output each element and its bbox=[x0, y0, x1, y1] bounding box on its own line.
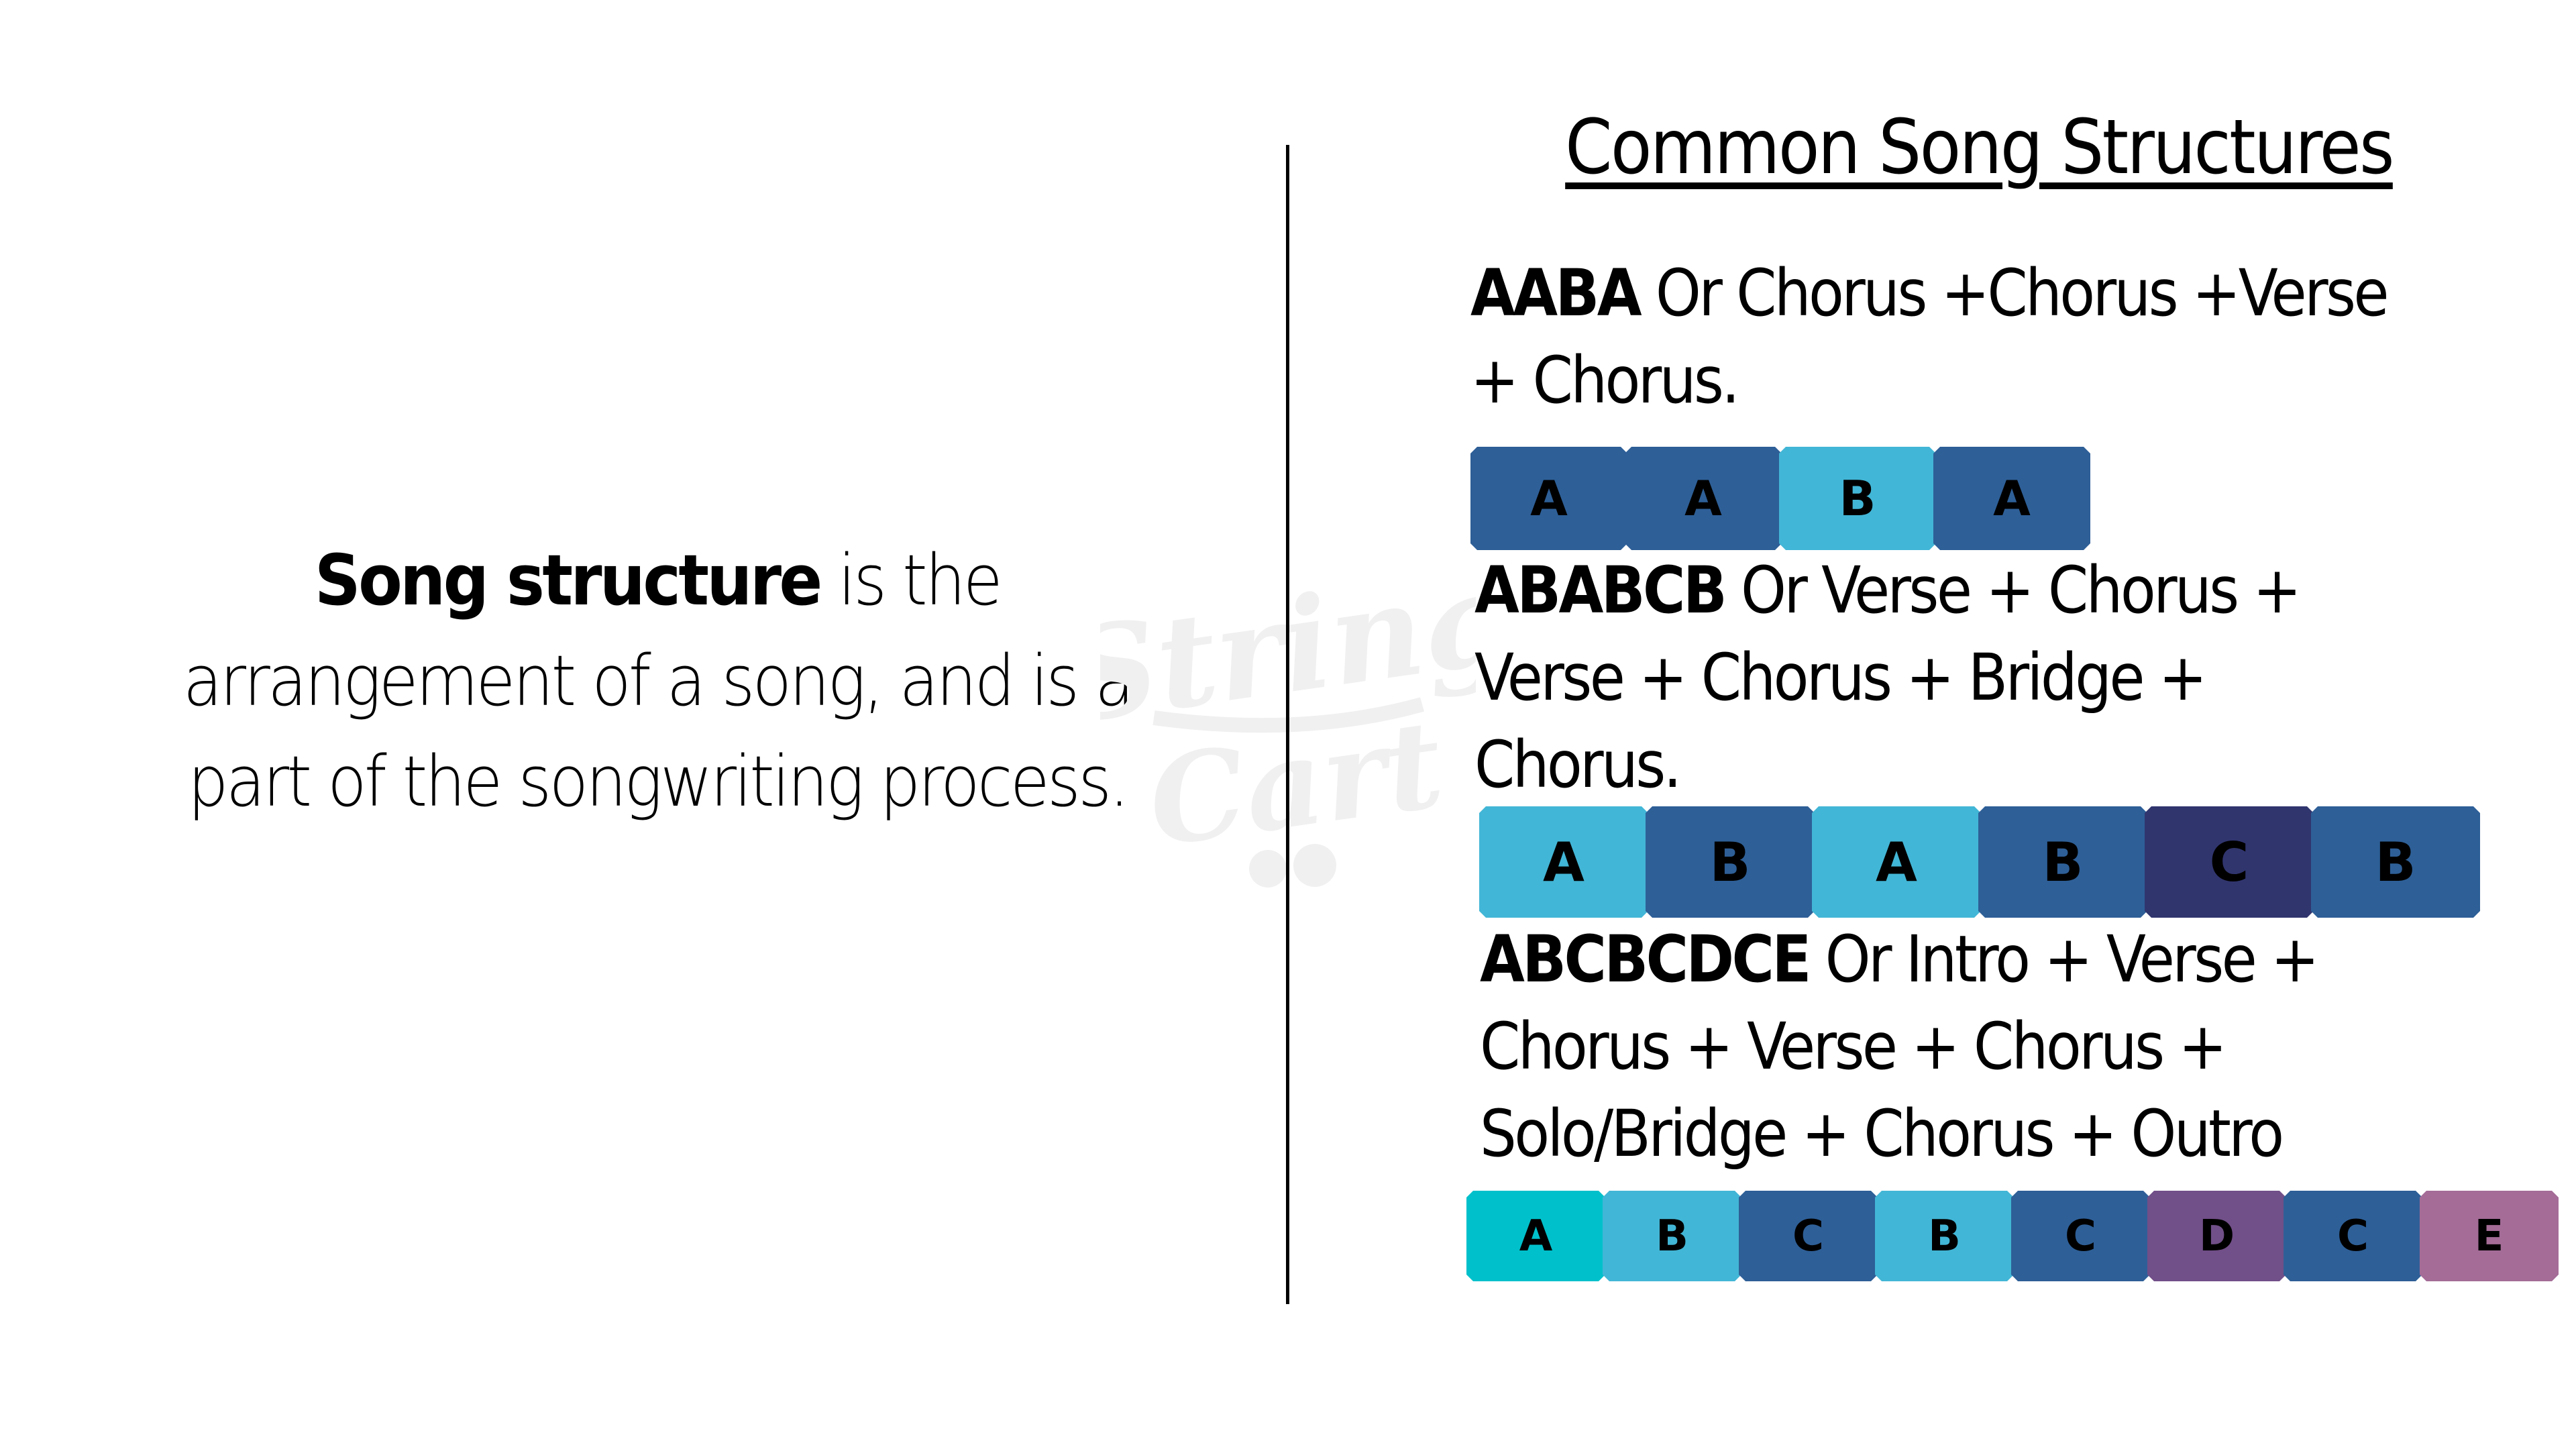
structure-strip-aaba: AABA bbox=[1470, 447, 2088, 550]
structure-strip-ababcb: ABABCB bbox=[1479, 806, 2477, 918]
structure-strip-abcbcdce: ABCBCDCE bbox=[1466, 1191, 2556, 1281]
structure-text-line: Solo/Bridge + Chorus + Outro bbox=[1480, 1096, 2284, 1171]
section-block-a: A bbox=[1479, 806, 1648, 918]
section-block-a: A bbox=[1625, 447, 1782, 550]
structure-description-aaba: AABA Or Chorus +Chorus +Verse + Chorus. bbox=[1470, 250, 2390, 424]
structure-code: ABCBCDCE bbox=[1480, 922, 1811, 997]
structure-description-ababcb: ABABCB Or Verse + Chorus + Verse + Choru… bbox=[1474, 547, 2302, 808]
structure-code: AABA bbox=[1470, 256, 1642, 331]
structure-text-line: Verse + Chorus + Bridge + bbox=[1474, 640, 2207, 715]
section-block-c: C bbox=[2284, 1191, 2422, 1281]
section-block-b: B bbox=[1875, 1191, 2014, 1281]
structure-text-line: Chorus. bbox=[1474, 727, 1682, 802]
section-block-b: B bbox=[1779, 447, 1936, 550]
definition-text: Song structure is the arrangement of a s… bbox=[176, 530, 1138, 832]
section-block-a: A bbox=[1466, 1191, 1605, 1281]
structure-text-line: + Chorus. bbox=[1470, 343, 1740, 418]
section-block-b: B bbox=[1603, 1191, 1741, 1281]
structure-text-line: Or Chorus +Chorus +Verse bbox=[1640, 256, 2390, 331]
section-block-e: E bbox=[2420, 1191, 2559, 1281]
section-block-c: C bbox=[2011, 1191, 2150, 1281]
structure-description-abcbcdce: ABCBCDCE Or Intro + Verse + Chorus + Ver… bbox=[1480, 916, 2320, 1177]
section-title: Common Song Structures bbox=[1565, 104, 2394, 191]
section-block-c: C bbox=[1739, 1191, 1878, 1281]
section-block-a: A bbox=[1470, 447, 1627, 550]
vertical-divider bbox=[1286, 145, 1289, 1304]
structure-code: ABABCB bbox=[1474, 553, 1727, 628]
structure-text-line: Or Verse + Chorus + bbox=[1725, 553, 2302, 628]
section-block-a: A bbox=[1812, 806, 1981, 918]
section-block-d: D bbox=[2147, 1191, 2286, 1281]
structure-text-line: Or Intro + Verse + bbox=[1809, 922, 2320, 997]
structure-text-line: Chorus + Verse + Chorus + bbox=[1480, 1009, 2227, 1084]
definition-term: Song structure bbox=[314, 539, 822, 621]
section-block-c: C bbox=[2145, 806, 2314, 918]
section-block-b: B bbox=[1978, 806, 2147, 918]
section-block-a: A bbox=[1933, 447, 2090, 550]
section-block-b: B bbox=[1646, 806, 1815, 918]
section-block-b: B bbox=[2311, 806, 2480, 918]
